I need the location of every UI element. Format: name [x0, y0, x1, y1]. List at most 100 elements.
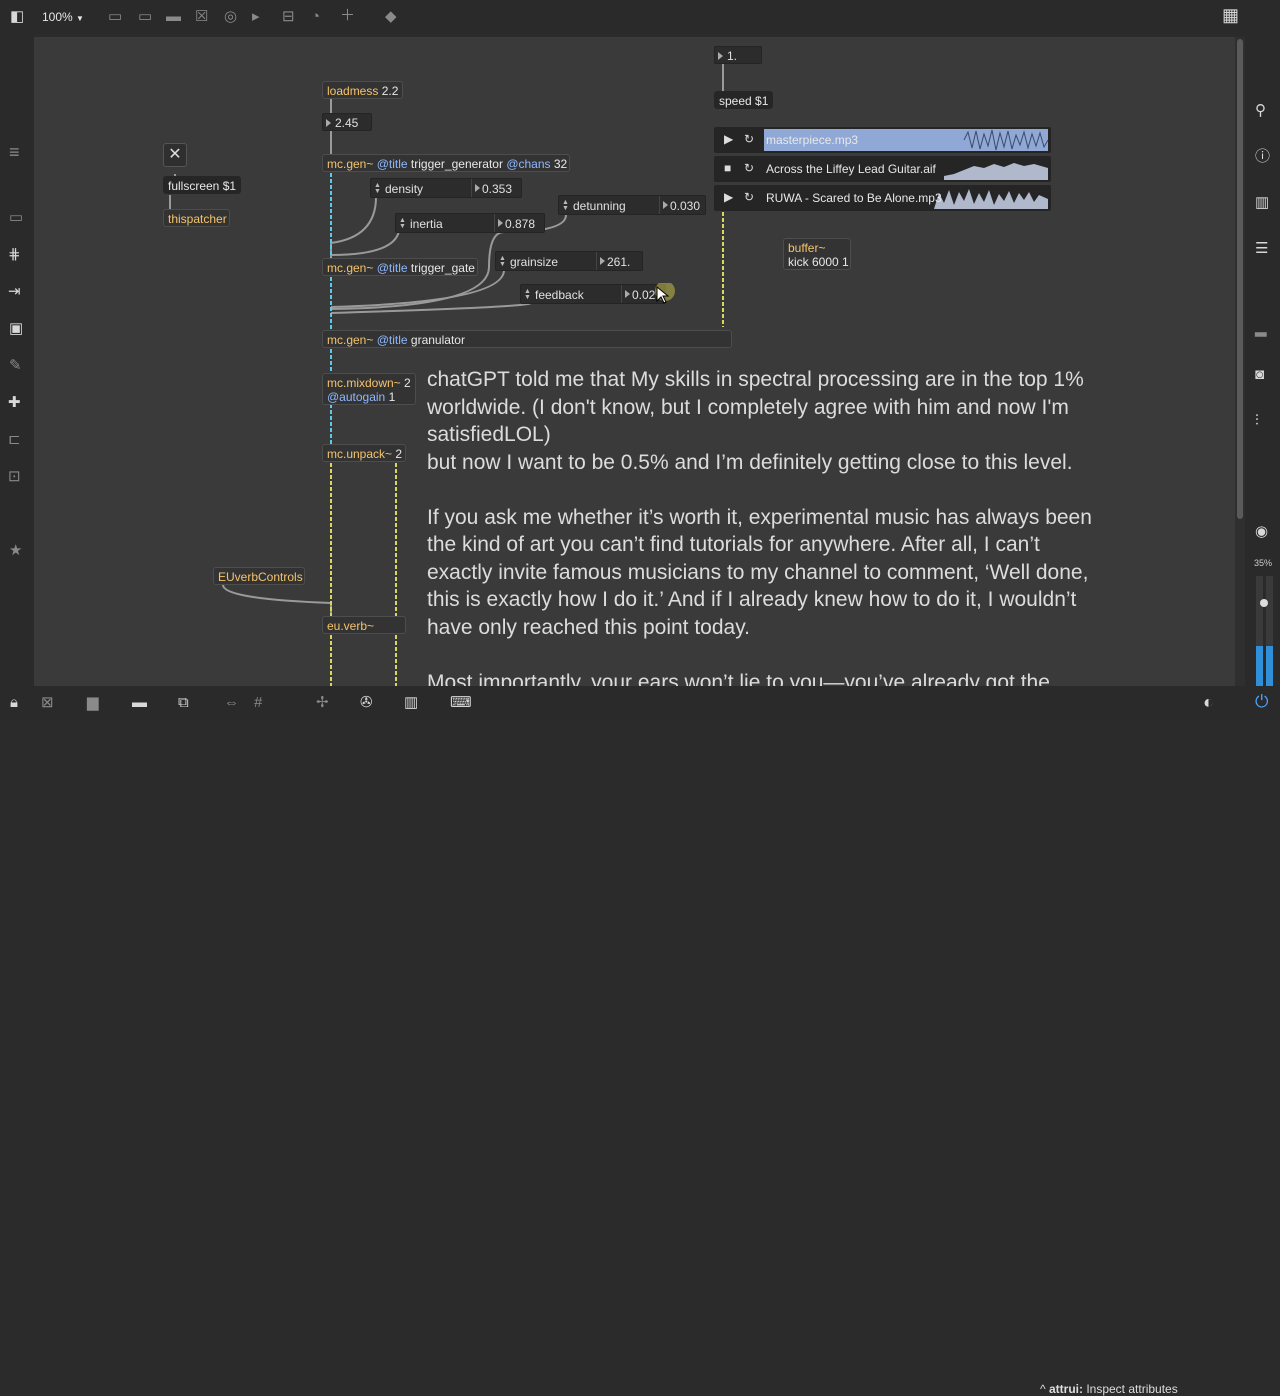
status-hint: ^ attrui: Inspect attributes: [1040, 1382, 1178, 1396]
dial-icon[interactable]: ◔: [311, 9, 320, 25]
button-icon[interactable]: ◎: [224, 9, 237, 25]
attrui-inertia[interactable]: ▲ ▼ inertia 0.878: [395, 213, 545, 233]
playlist-row[interactable]: ■ ↻ Across the Liffey Lead Guitar.aif: [714, 156, 1051, 182]
left-sidebar: ≡ ▭ ⋕ ⇥ ▣ ✎ ✚ ⊏ ⊡ ★: [0, 34, 34, 686]
euverb-controls-object[interactable]: EUverbControls: [213, 567, 305, 585]
attrui-label: inertia: [410, 217, 443, 231]
unpack-object[interactable]: mc.unpack~ 2: [322, 444, 406, 462]
audio-engine-icon[interactable]: ◐: [1203, 693, 1214, 711]
attrui-density[interactable]: ▲ ▼ density 0.353: [370, 178, 522, 198]
attrui-value[interactable]: 0.878: [494, 214, 535, 232]
comment-bubble-icon[interactable]: ▬: [132, 695, 147, 711]
book-icon[interactable]: ▥: [1255, 195, 1269, 211]
number-value: 2.45: [335, 116, 359, 130]
star-icon[interactable]: ★: [9, 543, 22, 559]
attr-value: trigger_generator: [410, 157, 503, 171]
close-icon[interactable]: ✕: [163, 143, 187, 167]
playlist-row[interactable]: ▶ ↻ masterpiece.mp3: [714, 127, 1051, 153]
list-icon[interactable]: ☰: [1255, 241, 1268, 257]
paint-bucket-icon[interactable]: ◆: [385, 9, 397, 25]
align-icon[interactable]: ⇔: [224, 695, 239, 711]
scroll-thumb[interactable]: [1237, 39, 1243, 519]
object-arg: 2: [395, 447, 403, 461]
loop-icon[interactable]: ↻: [744, 161, 754, 175]
piano-icon[interactable]: ▥: [404, 695, 418, 711]
attrui-label: density: [385, 182, 424, 196]
play-icon[interactable]: ▶: [724, 190, 733, 204]
camera-icon[interactable]: ◙: [1255, 367, 1264, 383]
frame-icon[interactable]: ⊡: [8, 469, 21, 485]
toggle-icon[interactable]: ☒: [195, 9, 208, 25]
new-message-icon[interactable]: ▭: [138, 9, 152, 25]
chat-icon[interactable]: ▂: [1255, 321, 1267, 337]
attrui-value[interactable]: 0.030: [659, 196, 700, 214]
loop-icon[interactable]: ↻: [744, 132, 754, 146]
record-icon[interactable]: ◉: [1255, 524, 1268, 540]
number-box-top[interactable]: 2.45: [322, 113, 372, 131]
speed-number-box[interactable]: 1.: [714, 46, 762, 64]
euverb-object[interactable]: eu.verb~: [322, 616, 406, 634]
top-toolbar: ◧ 100% ▼ ▭ ▭ ▬ ☒ ◎ ▸ ⊟ ◔ ＋ ◆ ▦: [0, 0, 1280, 34]
attrui-label: feedback: [535, 288, 584, 302]
keyboard-icon[interactable]: ⌨: [450, 695, 472, 711]
playlist-row[interactable]: ▶ ↻ RUWA - Scared to Be Alone.mp3: [714, 185, 1051, 211]
number-icon[interactable]: ▸: [252, 9, 260, 25]
attrui-value[interactable]: 261.: [596, 252, 630, 270]
windows-icon[interactable]: ⧉: [178, 695, 189, 711]
paperclip-icon[interactable]: ✎: [9, 358, 22, 374]
power-icon[interactable]: ⏻: [1255, 693, 1268, 710]
zoom-menu[interactable]: 100% ▼: [42, 10, 84, 24]
add-object-icon[interactable]: ＋: [340, 8, 355, 24]
attrui-detunning[interactable]: ▲ ▼ detunning 0.030: [558, 195, 706, 215]
slider-icon[interactable]: ⊟: [282, 9, 295, 25]
lock-icon[interactable]: 🔒︎: [10, 695, 18, 711]
stepper-icon: ▲ ▼: [374, 182, 381, 195]
object-name: buffer~: [788, 241, 826, 255]
grid-icon[interactable]: #: [254, 695, 262, 711]
browser-icon[interactable]: ▭: [9, 210, 23, 226]
mixer-icon[interactable]: ⫶: [1255, 413, 1259, 429]
wrench-icon[interactable]: ✇: [360, 695, 373, 711]
info-icon[interactable]: ⓘ: [1255, 149, 1270, 165]
attrui-grainsize[interactable]: ▲ ▼ grainsize 261.: [495, 251, 643, 271]
mixdown-object[interactable]: mc.mixdown~ 2 @autogain 1: [322, 373, 416, 405]
trigger-gate-object[interactable]: mc.gen~ @title trigger_gate: [322, 258, 478, 276]
stepper-icon: ▲ ▼: [399, 217, 406, 230]
comment-icon[interactable]: ▬: [166, 9, 181, 25]
loop-icon[interactable]: ↻: [744, 190, 754, 204]
menu-icon[interactable]: ≡: [9, 143, 20, 161]
comment-text-block: chatGPT told me that My skills in spectr…: [427, 366, 1227, 696]
attrui-value[interactable]: 0.353: [471, 179, 512, 197]
stepper-icon: ▲ ▼: [524, 288, 531, 301]
fullscreen-message[interactable]: fullscreen $1: [163, 176, 242, 194]
speed-message[interactable]: speed $1: [714, 91, 774, 109]
trigger-generator-object[interactable]: mc.gen~ @title trigger_generator @chans …: [322, 154, 570, 172]
play-icon[interactable]: ▶: [724, 132, 733, 146]
package-icon[interactable]: ✚: [8, 395, 21, 411]
loadmess-object[interactable]: loadmess 2.2: [322, 81, 404, 99]
object-name: mc.gen~: [327, 157, 374, 171]
attr-value: trigger_gate: [410, 261, 475, 275]
stop-icon[interactable]: ■: [724, 161, 731, 175]
cpu-percent: 35%: [1254, 558, 1273, 568]
vertical-scrollbar[interactable]: [1235, 37, 1245, 686]
image-icon[interactable]: ▣: [9, 321, 23, 337]
attr-name: @autogain: [327, 390, 386, 404]
plugin-icon[interactable]: ⊏: [8, 432, 21, 448]
debug-icon[interactable]: ✢: [316, 695, 329, 711]
presentation-icon[interactable]: ⊠: [41, 695, 54, 711]
buffer-object[interactable]: buffer~ kick 6000 1: [783, 238, 851, 270]
granulator-object[interactable]: mc.gen~ @title granulator: [322, 330, 732, 348]
status-text: Inspect attributes: [1086, 1382, 1178, 1396]
grid-menu-icon[interactable]: ▦: [1222, 6, 1239, 24]
thispatcher-object[interactable]: thispatcher: [163, 209, 230, 227]
audio-wave-icon[interactable]: ⋕: [8, 247, 21, 263]
object-name: mc.mixdown~: [327, 376, 401, 390]
new-object-icon[interactable]: ▭: [108, 9, 122, 25]
signal-icon[interactable]: ⇥: [8, 284, 21, 300]
search-icon[interactable]: ⚲: [1255, 103, 1266, 119]
attrui-feedback[interactable]: ▲ ▼ feedback 0.027: [520, 284, 666, 304]
sidebar-toggle-icon[interactable]: ◧: [10, 9, 24, 25]
object-arg: kick 6000 1: [788, 255, 849, 269]
panel-icon[interactable]: ▆: [87, 695, 99, 711]
